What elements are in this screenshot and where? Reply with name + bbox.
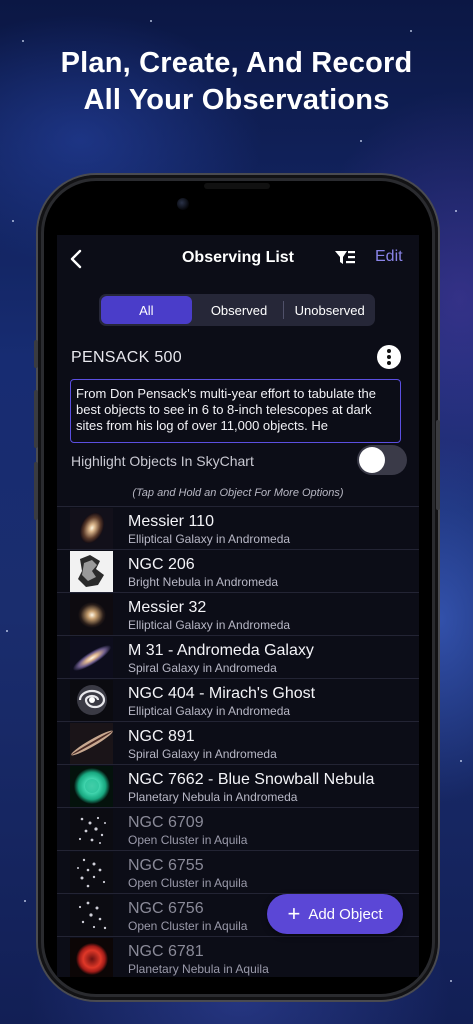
object-name: M 31 - Andromeda Galaxy	[128, 642, 314, 659]
object-type: Planetary Nebula in Andromeda	[128, 790, 298, 804]
object-name: NGC 7662 - Blue Snowball Nebula	[128, 771, 375, 788]
more-dot-icon	[387, 355, 391, 359]
object-type: Elliptical Galaxy in Andromeda	[128, 618, 291, 632]
segment-all[interactable]: All	[101, 296, 192, 324]
object-name: Messier 110	[128, 513, 214, 530]
phone-volume-up	[34, 390, 38, 448]
cluster-thumbnail	[70, 809, 113, 850]
object-type: Bright Nebula in Andromeda	[128, 575, 279, 589]
list-item[interactable]: Messier 32 Elliptical Galaxy in Andromed…	[57, 592, 419, 636]
segment-divider	[283, 301, 284, 319]
object-type: Open Cluster in Aquila	[128, 833, 248, 847]
list-item[interactable]: NGC 6709 Open Cluster in Aquila	[57, 807, 419, 851]
galaxy-thumbnail	[70, 594, 113, 635]
cluster-thumbnail	[70, 852, 113, 893]
filter-button[interactable]	[333, 247, 357, 269]
phone-speaker	[204, 183, 270, 189]
nebula-thumbnail	[70, 551, 113, 592]
segment-unobserved[interactable]: Unobserved	[284, 294, 375, 326]
cluster-thumbnail	[70, 895, 113, 936]
list-description-field[interactable]: From Don Pensack's multi-year effort to …	[70, 379, 401, 443]
object-name: NGC 206	[128, 556, 195, 573]
object-type: Open Cluster in Aquila	[128, 876, 248, 890]
object-name: NGC 891	[128, 728, 195, 745]
object-type: Elliptical Galaxy in Andromeda	[128, 704, 291, 718]
more-dot-icon	[387, 349, 391, 353]
edit-button[interactable]: Edit	[375, 248, 403, 266]
highlight-label: Highlight Objects In SkyChart	[71, 453, 254, 469]
more-options-button[interactable]	[377, 345, 401, 369]
object-name: Messier 32	[128, 599, 207, 616]
object-type: Open Cluster in Aquila	[128, 919, 248, 933]
list-item[interactable]: NGC 6755 Open Cluster in Aquila	[57, 850, 419, 894]
object-name: NGC 6755	[128, 857, 204, 874]
toggle-knob	[359, 447, 385, 473]
object-type: Elliptical Galaxy in Andromeda	[128, 532, 291, 546]
object-type: Spiral Galaxy in Andromeda	[128, 747, 277, 761]
object-name: NGC 6709	[128, 814, 204, 831]
object-type: Spiral Galaxy in Andromeda	[128, 661, 277, 675]
observing-list-screen: Observing List Edit All Observed Unobser…	[57, 235, 419, 977]
object-type: Planetary Nebula in Aquila	[128, 962, 269, 976]
galaxy-thumbnail	[70, 723, 113, 764]
filter-icon	[335, 251, 355, 264]
galaxy-thumbnail	[70, 508, 113, 549]
hint-text: (Tap and Hold an Object For More Options…	[132, 487, 344, 499]
page-title: Observing List	[181, 249, 295, 266]
camera-icon	[177, 198, 189, 210]
list-item[interactable]: NGC 6781 Planetary Nebula in Aquila	[57, 936, 419, 977]
phone-power-button	[436, 420, 440, 510]
highlight-toggle[interactable]	[357, 445, 407, 475]
plus-icon: +	[287, 901, 301, 926]
list-item[interactable]: NGC 891 Spiral Galaxy in Andromeda	[57, 721, 419, 765]
phone-volume-down	[34, 462, 38, 520]
headline-line-1: Plan, Create, And Record	[60, 47, 413, 79]
galaxy-thumbnail	[70, 680, 113, 721]
list-name: PENSACK 500	[71, 349, 182, 366]
observed-filter-segment: All Observed Unobserved	[99, 294, 375, 326]
object-name: NGC 6756	[128, 900, 204, 917]
add-object-button[interactable]: + Add Object	[267, 894, 403, 934]
list-item[interactable]: Messier 110 Elliptical Galaxy in Androme…	[57, 506, 419, 550]
list-item[interactable]: NGC 7662 - Blue Snowball Nebula Planetar…	[57, 764, 419, 808]
phone-side-button	[34, 340, 38, 368]
list-item[interactable]: M 31 - Andromeda Galaxy Spiral Galaxy in…	[57, 635, 419, 679]
segment-observed[interactable]: Observed	[194, 294, 285, 326]
object-name: NGC 6781	[128, 943, 204, 960]
more-dot-icon	[387, 361, 391, 365]
list-item[interactable]: NGC 206 Bright Nebula in Andromeda	[57, 549, 419, 593]
planetary-nebula-thumbnail	[70, 938, 113, 977]
list-item[interactable]: NGC 404 - Mirach's Ghost Elliptical Gala…	[57, 678, 419, 722]
planetary-nebula-thumbnail	[70, 766, 113, 807]
headline-line-2: All Your Observations	[83, 84, 390, 116]
object-name: NGC 404 - Mirach's Ghost	[128, 685, 316, 702]
add-object-label: Add Object	[308, 905, 383, 923]
galaxy-thumbnail	[70, 637, 113, 678]
